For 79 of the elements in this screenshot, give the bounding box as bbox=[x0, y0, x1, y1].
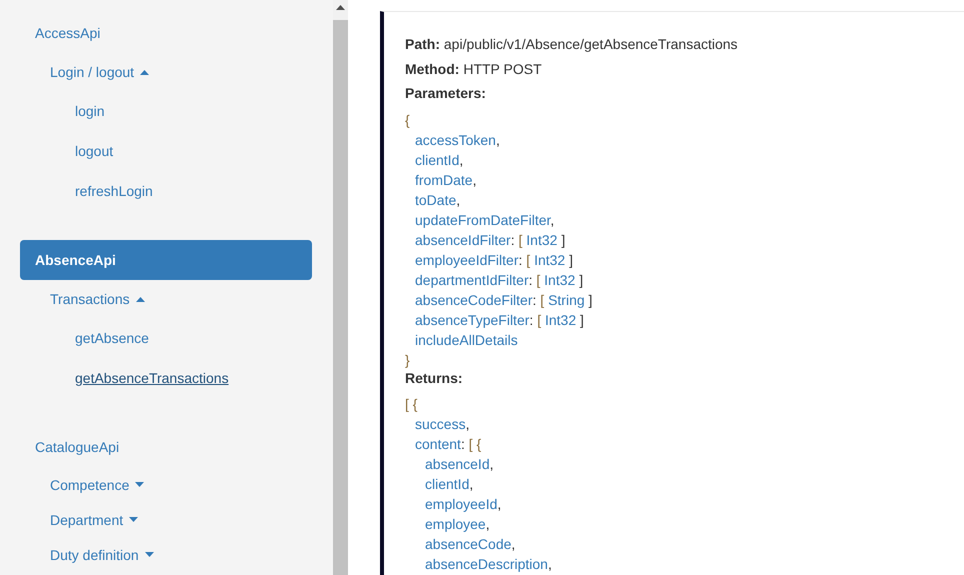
sidebar-section[interactable]: Duty definition bbox=[50, 537, 154, 572]
bracket: [ { bbox=[405, 396, 418, 412]
sidebar-item[interactable]: getAbsenceTransactions bbox=[75, 358, 229, 398]
bracket: ] bbox=[561, 232, 566, 248]
bracket: [ bbox=[536, 272, 540, 288]
sidebar-section[interactable]: Department bbox=[50, 502, 138, 537]
bracket: [ { bbox=[468, 436, 482, 452]
bracket: ] bbox=[588, 292, 592, 308]
field-name: absenceId bbox=[425, 456, 490, 472]
parameters-heading: Parameters: bbox=[405, 84, 487, 103]
field-name: employee bbox=[425, 516, 486, 532]
punctuation: , bbox=[550, 212, 554, 228]
bracket: [ bbox=[537, 312, 542, 328]
bracket: } bbox=[405, 352, 410, 368]
field-name: fromDate bbox=[415, 172, 473, 188]
field-name: toDate bbox=[415, 192, 456, 208]
caret-up-icon bbox=[136, 296, 145, 302]
sidebar-group[interactable]: AccessApi bbox=[20, 13, 100, 53]
field-name: employeeIdFilter bbox=[415, 252, 518, 268]
field-name: departmentIdFilter bbox=[415, 272, 529, 288]
field-name: success bbox=[415, 416, 466, 432]
field-name: clientId bbox=[425, 476, 470, 492]
punctuation: , bbox=[496, 132, 500, 148]
field-name: absenceIdFilter bbox=[415, 232, 511, 248]
sidebar-item[interactable]: logout bbox=[75, 131, 114, 171]
punctuation: : bbox=[460, 436, 465, 452]
sidebar-item[interactable]: refreshLogin bbox=[75, 171, 153, 211]
bracket: [ bbox=[540, 292, 544, 308]
bracket: ] bbox=[569, 252, 573, 268]
punctuation: : bbox=[528, 272, 532, 288]
punctuation: , bbox=[469, 476, 474, 492]
punctuation: , bbox=[456, 192, 460, 208]
field-name: absenceCode bbox=[425, 536, 512, 552]
method-text: Method: HTTP POST bbox=[405, 60, 543, 78]
path-text: Path: api/public/v1/Absence/getAbsenceTransactions bbox=[405, 35, 739, 54]
bracket: [ bbox=[518, 232, 522, 248]
field-name: content bbox=[415, 436, 461, 452]
field-name: includeAllDetails bbox=[415, 332, 518, 348]
field-name: absenceDescription bbox=[425, 556, 548, 572]
field-name: updateFromDateFilter bbox=[415, 212, 550, 228]
sidebar-item[interactable]: getAbsence bbox=[75, 318, 149, 358]
caret-down-icon bbox=[135, 482, 144, 487]
type-name: Int32 bbox=[526, 232, 558, 248]
punctuation: : bbox=[518, 252, 522, 268]
punctuation: , bbox=[511, 536, 516, 552]
punctuation: , bbox=[459, 152, 464, 168]
field-name: absenceTypeFilter bbox=[415, 312, 530, 328]
field-name: accessToken bbox=[415, 132, 496, 148]
bracket: [ bbox=[526, 252, 530, 268]
bracket: { bbox=[405, 112, 410, 128]
type-name: Int32 bbox=[544, 312, 576, 328]
punctuation: , bbox=[548, 556, 552, 572]
punctuation: , bbox=[490, 456, 494, 472]
sidebar-group[interactable]: CatalogueApi bbox=[20, 427, 120, 467]
type-name: Int32 bbox=[544, 272, 576, 288]
caret-down-icon bbox=[144, 552, 154, 557]
caret-down-icon bbox=[129, 517, 138, 522]
punctuation: , bbox=[486, 516, 490, 532]
punctuation: : bbox=[532, 292, 536, 308]
punctuation: : bbox=[529, 312, 534, 328]
type-name: String bbox=[548, 292, 585, 308]
scroll-up-arrow-icon[interactable] bbox=[336, 5, 345, 10]
sidebar-item[interactable]: login bbox=[75, 91, 105, 131]
field-name: clientId bbox=[415, 152, 460, 168]
bracket: ] bbox=[579, 272, 584, 288]
field-name: employeeId bbox=[425, 496, 498, 512]
caret-up-icon bbox=[140, 70, 150, 74]
returns-heading: Returns: bbox=[405, 368, 464, 388]
bracket: ] bbox=[580, 312, 584, 328]
sidebar-section[interactable]: Transactions bbox=[50, 280, 145, 318]
sidebar-section[interactable]: Competence bbox=[50, 467, 144, 502]
punctuation: : bbox=[510, 232, 515, 248]
type-name: Int32 bbox=[534, 252, 566, 268]
sidebar-section[interactable]: Login / logout bbox=[50, 53, 150, 91]
punctuation: , bbox=[472, 172, 476, 188]
punctuation: , bbox=[466, 416, 470, 432]
punctuation: , bbox=[497, 496, 502, 512]
field-name: absenceCodeFilter bbox=[415, 292, 533, 308]
sidebar-group[interactable]: AbsenceApi bbox=[20, 240, 312, 280]
